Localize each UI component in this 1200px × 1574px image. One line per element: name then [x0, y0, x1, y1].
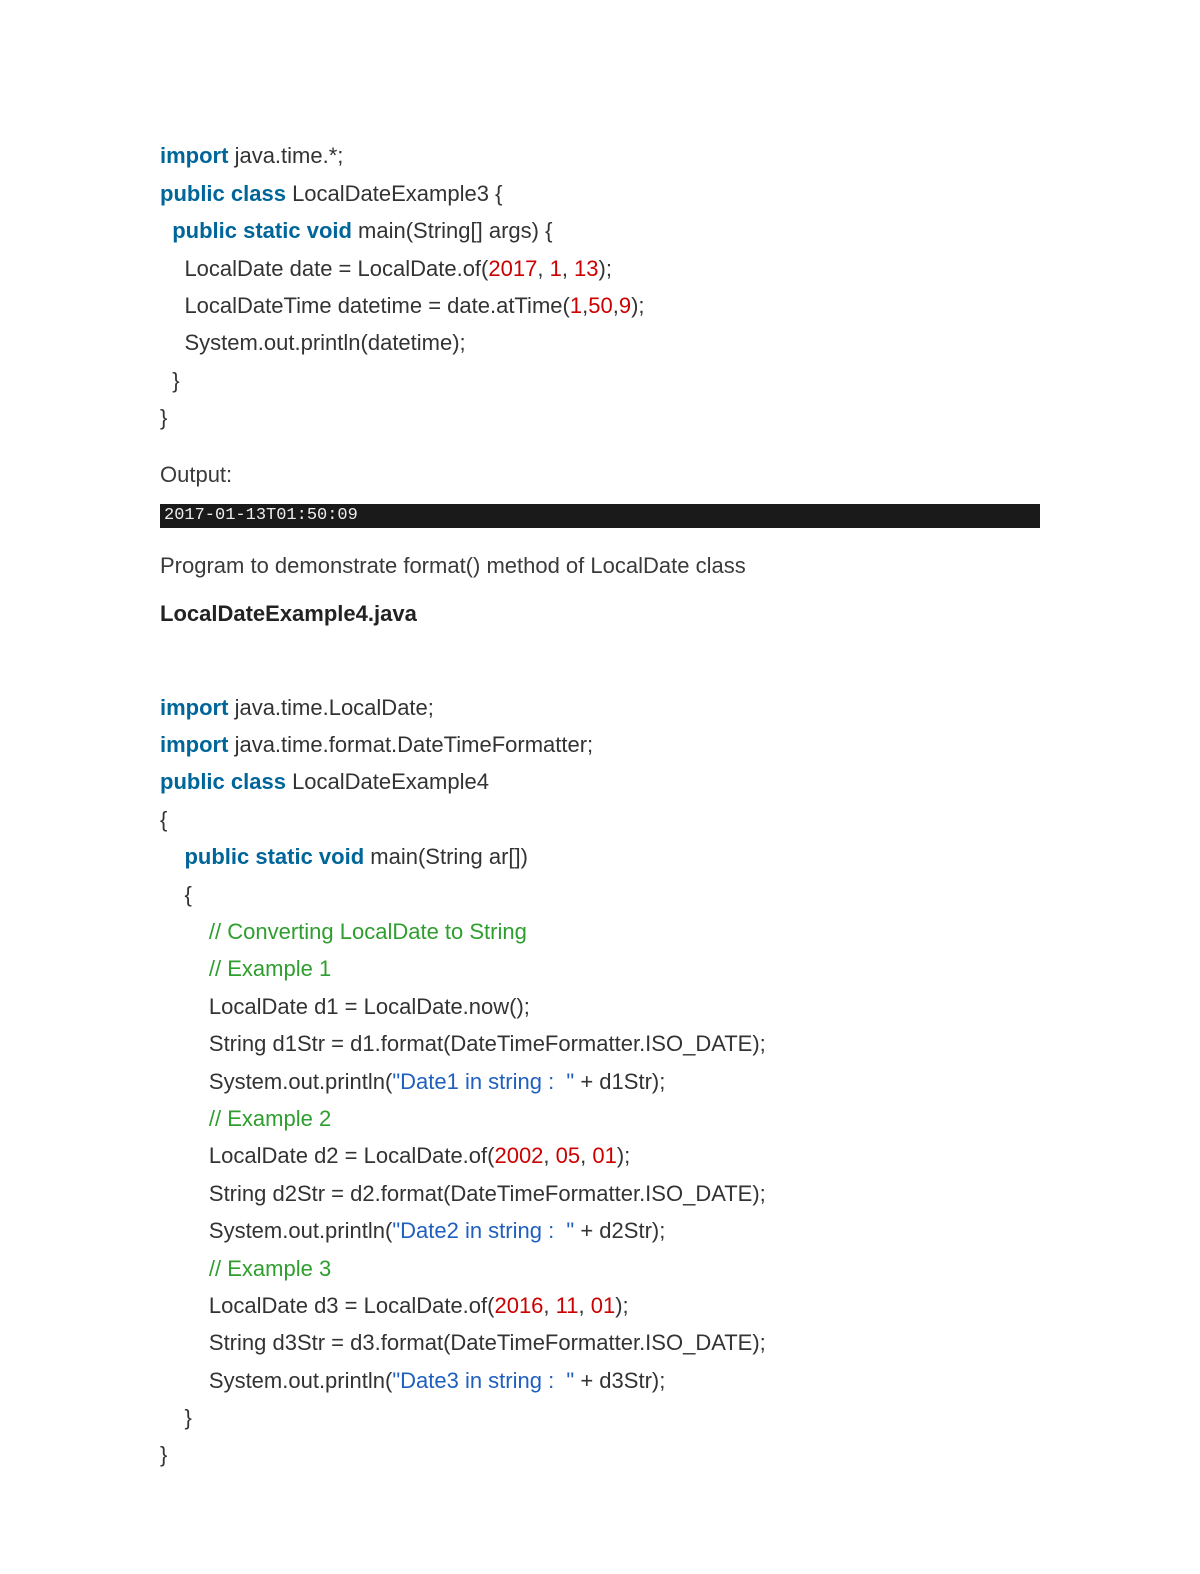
code-text: main(String ar[]) [364, 844, 540, 869]
code-text: , [543, 1143, 555, 1168]
code-text: main(String[] args) { [352, 218, 577, 243]
keyword: public class [160, 769, 286, 794]
code-text: System.out.println( [160, 1368, 392, 1393]
number-literal: 13 [574, 256, 598, 281]
program-description: Program to demonstrate format() method o… [160, 548, 1040, 583]
code-text: , [580, 1143, 592, 1168]
number-literal: 2002 [494, 1143, 543, 1168]
code-text: LocalDate d3 = LocalDate.of( [160, 1293, 494, 1318]
number-literal: 50 [588, 293, 612, 318]
string-literal: "Date3 in string : " [392, 1368, 574, 1393]
comment: // Example 2 [160, 1106, 343, 1131]
number-literal: 11 [556, 1293, 579, 1318]
number-literal: 1 [550, 256, 562, 281]
code-text: ); [615, 1293, 641, 1318]
number-literal: 9 [619, 293, 631, 318]
code-text: { [160, 807, 180, 832]
number-literal: 2016 [494, 1293, 543, 1318]
document-page: import java.time.*; public class LocalDa… [0, 0, 1200, 1574]
number-literal: 01 [591, 1293, 615, 1318]
code-text: } [160, 405, 192, 430]
output-label: Output: [160, 457, 1040, 492]
code-text: LocalDate date = LocalDate.of( [160, 256, 488, 281]
code-block-1: import java.time.*; public class LocalDa… [160, 100, 1040, 437]
keyword: import [160, 143, 228, 168]
code-text: ); [599, 256, 637, 281]
code-text: { [160, 882, 204, 907]
comment: // Example 3 [160, 1256, 343, 1281]
code-text: LocalDateExample3 { [286, 181, 515, 206]
code-text: } [160, 1405, 204, 1430]
comment: // Example 1 [160, 956, 343, 981]
code-text: java.time.LocalDate; [228, 695, 446, 720]
keyword: public static void [172, 218, 352, 243]
code-text: System.out.println( [160, 1218, 392, 1243]
code-text: System.out.println( [160, 1069, 392, 1094]
code-text: ); [631, 293, 669, 318]
code-text: String d3Str = d3.format(DateTimeFormatt… [160, 1330, 778, 1355]
code-text: LocalDate d1 = LocalDate.now(); [160, 994, 542, 1019]
code-text: , [579, 1293, 591, 1318]
filename-heading: LocalDateExample4.java [160, 601, 1040, 627]
number-literal: 1 [570, 293, 582, 318]
code-text: String d1Str = d1.format(DateTimeFormatt… [160, 1031, 778, 1056]
code-block-2: import java.time.LocalDate; import java.… [160, 651, 1040, 1474]
string-literal: "Date1 in string : " [392, 1069, 574, 1094]
comment: // Converting LocalDate to String [160, 919, 539, 944]
number-literal: 2017 [488, 256, 537, 281]
code-text: System.out.println(datetime); [160, 330, 502, 355]
code-text: LocalDate d2 = LocalDate.of( [160, 1143, 494, 1168]
keyword: import [160, 695, 228, 720]
code-text: + d1Str); [574, 1069, 677, 1094]
code-text: + d2Str); [574, 1218, 677, 1243]
code-text: , [562, 256, 574, 281]
keyword: public static void [184, 844, 364, 869]
code-text: , [543, 1293, 555, 1318]
code-text: LocalDateTime datetime = date.atTime( [160, 293, 570, 318]
code-text: LocalDateExample4 [286, 769, 501, 794]
code-text: java.time.*; [228, 143, 355, 168]
code-text: + d3Str); [574, 1368, 677, 1393]
code-text: , [537, 256, 549, 281]
number-literal: 01 [592, 1143, 616, 1168]
code-text: ); [617, 1143, 643, 1168]
code-text: String d2Str = d2.format(DateTimeFormatt… [160, 1181, 778, 1206]
keyword: import [160, 732, 228, 757]
code-text: java.time.format.DateTimeFormatter; [228, 732, 605, 757]
keyword: public class [160, 181, 286, 206]
string-literal: "Date2 in string : " [392, 1218, 574, 1243]
number-literal: 05 [556, 1143, 580, 1168]
console-output: 2017-01-13T01:50:09 [160, 504, 1040, 528]
code-text: } [160, 1442, 180, 1467]
code-text: } [160, 368, 204, 393]
